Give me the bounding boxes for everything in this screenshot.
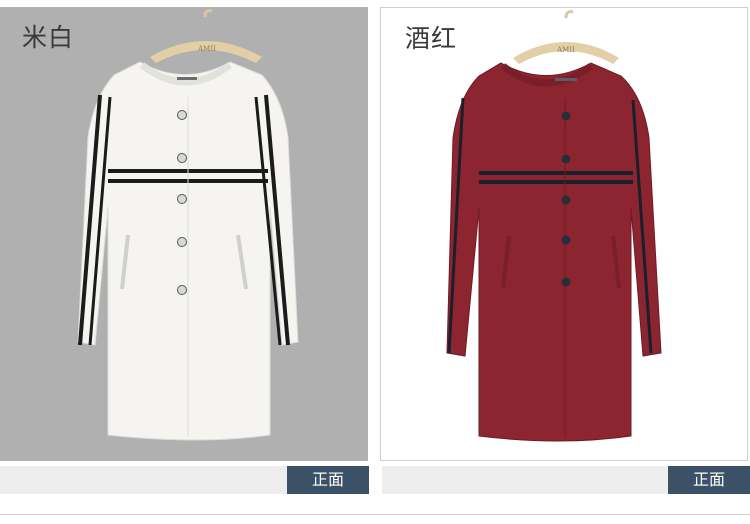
color-name-label: 米白 bbox=[22, 23, 75, 52]
product-photo-burgundy: AMII 酒红 bbox=[380, 7, 748, 461]
product-photo-ivory: AMII 米白 bbox=[0, 7, 368, 461]
front-view-label: 正面 bbox=[287, 466, 369, 494]
hanger-brand-text: AMII bbox=[556, 46, 575, 54]
ivory-coat-image: AMII bbox=[77, 9, 299, 441]
burgundy-coat-image: AMII bbox=[446, 10, 662, 442]
hanger-brand-text: AMII bbox=[197, 45, 216, 53]
caption-bar bbox=[382, 466, 668, 494]
divider bbox=[0, 514, 750, 515]
color-name-label: 酒红 bbox=[405, 24, 458, 53]
caption-bar bbox=[0, 466, 287, 494]
front-view-label: 正面 bbox=[668, 466, 750, 494]
